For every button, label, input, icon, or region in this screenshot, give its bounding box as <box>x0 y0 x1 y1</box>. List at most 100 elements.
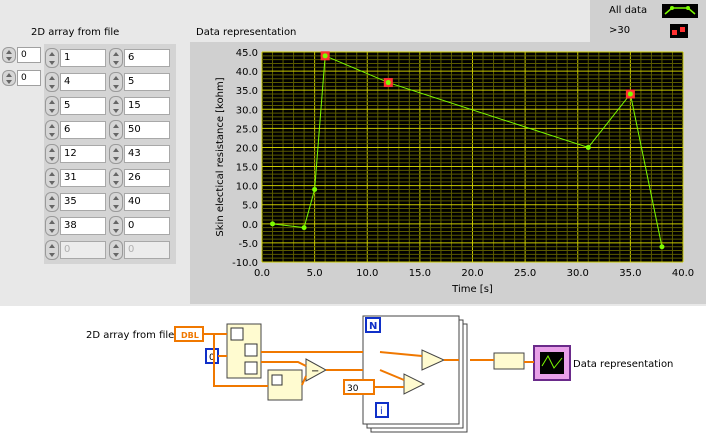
graph-terminal-label: Data representation <box>573 359 673 370</box>
index-row-field[interactable]: 0 <box>17 47 41 63</box>
legend-row-over-30[interactable]: >30 <box>590 21 706 41</box>
green-line-plot-icon[interactable] <box>662 4 698 18</box>
cell-spinner-icon[interactable] <box>45 96 59 116</box>
array-cell-value[interactable]: 40 <box>124 193 170 211</box>
cell-spinner-icon[interactable] <box>45 240 59 260</box>
red-square-points-icon[interactable] <box>670 24 688 38</box>
index-array-node-icon[interactable] <box>226 323 262 379</box>
cell-spinner-icon[interactable] <box>109 120 123 140</box>
cell-spinner-icon[interactable] <box>45 72 59 92</box>
array-cell-value[interactable]: 6 <box>60 121 106 139</box>
array-cell-value[interactable]: 0 <box>124 217 170 235</box>
cell-spinner-icon[interactable] <box>109 96 123 116</box>
array-cell[interactable]: 50 <box>109 120 171 140</box>
array-cell-value[interactable]: 38 <box>60 217 106 235</box>
bundle-node-icon[interactable] <box>493 352 525 370</box>
cell-spinner-icon[interactable] <box>109 192 123 212</box>
array-cell-value[interactable]: 35 <box>60 193 106 211</box>
waveform-graph[interactable]: 0.0 5.0 10.0 15.0 20.0 25.0 30.0 35.0 40.0 -10.0 -… <box>190 42 706 304</box>
array-cell-value[interactable]: 4 <box>60 73 106 91</box>
front-panel: 2D array from file 0 0 1 6 4 5 5 15 6 50 12 43 31 2… <box>0 0 706 306</box>
array-cell-value[interactable]: 1 <box>60 49 106 67</box>
array-cell-value[interactable]: 43 <box>124 145 170 163</box>
array-index-col[interactable]: 0 <box>2 70 42 86</box>
cell-spinner-icon[interactable] <box>109 168 123 188</box>
array-cell[interactable]: 0 <box>109 240 171 260</box>
subtract-node-icon[interactable]: − <box>305 358 328 382</box>
data-point <box>270 221 276 227</box>
array-cell-value[interactable]: 26 <box>124 169 170 187</box>
array-cell-value[interactable]: 0 <box>124 241 170 259</box>
legend-row-all-data[interactable]: All data <box>590 1 706 21</box>
array-cell-value[interactable]: 5 <box>60 97 106 115</box>
array-cell-value[interactable]: 6 <box>124 49 170 67</box>
cell-spinner-icon[interactable] <box>45 144 59 164</box>
array-cell[interactable]: 43 <box>109 144 171 164</box>
array-cell[interactable]: 0 <box>109 216 171 236</box>
index-spinner-icon[interactable] <box>2 47 16 63</box>
cell-spinner-icon[interactable] <box>45 192 59 212</box>
x-tick-label: 40.0 <box>672 268 694 279</box>
cell-spinner-icon[interactable] <box>45 120 59 140</box>
constant-thirty-value: 30 <box>347 384 359 394</box>
index-spinner-icon[interactable] <box>2 70 16 86</box>
y-tick-label: 15.0 <box>236 163 258 174</box>
graph-title: Data representation <box>196 27 297 38</box>
array-terminal-label: 2D array from file <box>86 330 174 341</box>
array-cell-value[interactable]: 50 <box>124 121 170 139</box>
array-cell[interactable]: 0 <box>45 240 107 260</box>
array-cell-value[interactable]: 12 <box>60 145 106 163</box>
cell-spinner-icon[interactable] <box>109 48 123 68</box>
data-point <box>312 186 318 192</box>
data-point <box>627 91 633 97</box>
array-cell-value[interactable]: 15 <box>124 97 170 115</box>
y-tick-label: 40.0 <box>236 67 258 78</box>
array-cell[interactable]: 4 <box>45 72 107 92</box>
cell-spinner-icon[interactable] <box>45 216 59 236</box>
array-cell-value[interactable]: 5 <box>124 73 170 91</box>
cell-spinner-icon[interactable] <box>109 144 123 164</box>
data-point <box>322 53 328 59</box>
constant-thirty-icon[interactable]: 30 <box>343 379 375 395</box>
constant-zero-icon[interactable]: 0 <box>205 348 219 364</box>
graph-terminal-icon[interactable] <box>533 345 571 381</box>
y-tick-label: 20.0 <box>236 143 258 154</box>
array-cell[interactable]: 6 <box>109 48 171 68</box>
cell-spinner-icon[interactable] <box>109 240 123 260</box>
array-cell[interactable]: 31 <box>45 168 107 188</box>
cell-spinner-icon[interactable] <box>45 48 59 68</box>
svg-text:−: − <box>311 366 319 377</box>
array-cell[interactable]: 5 <box>109 72 171 92</box>
y-tick-label: -5.0 <box>238 239 258 250</box>
cell-spinner-icon[interactable] <box>45 168 59 188</box>
array-size-node-icon[interactable] <box>267 369 303 401</box>
x-axis-label: Time [s] <box>451 284 493 295</box>
array-cell[interactable]: 26 <box>109 168 171 188</box>
array-cell[interactable]: 15 <box>109 96 171 116</box>
array-terminal-type: DBL <box>181 331 199 340</box>
cell-spinner-icon[interactable] <box>109 72 123 92</box>
plot-legend[interactable]: All data >30 <box>590 0 706 42</box>
array-cell[interactable]: 12 <box>45 144 107 164</box>
array-cell[interactable]: 5 <box>45 96 107 116</box>
for-loop-icon[interactable]: N i <box>362 315 468 433</box>
array-cell[interactable]: 38 <box>45 216 107 236</box>
array-cell-value[interactable]: 31 <box>60 169 106 187</box>
array-cell[interactable]: 6 <box>45 120 107 140</box>
array-cell-value[interactable]: 0 <box>60 241 106 259</box>
index-col-field[interactable]: 0 <box>17 70 41 86</box>
x-tick-label: 30.0 <box>567 268 589 279</box>
data-point <box>585 144 591 150</box>
array-cell[interactable]: 35 <box>45 192 107 212</box>
array-terminal-icon[interactable]: DBL <box>174 326 204 342</box>
y-tick-label: 0.0 <box>242 220 258 231</box>
y-tick-label: 10.0 <box>236 182 258 193</box>
array-index-row[interactable]: 0 <box>2 47 42 63</box>
y-tick-label: -10.0 <box>232 258 258 269</box>
x-tick-label: 15.0 <box>409 268 431 279</box>
cell-spinner-icon[interactable] <box>109 216 123 236</box>
array-cell[interactable]: 1 <box>45 48 107 68</box>
loop-count-terminal: N <box>369 321 377 332</box>
y-tick-label: 25.0 <box>236 124 258 135</box>
array-cell[interactable]: 40 <box>109 192 171 212</box>
